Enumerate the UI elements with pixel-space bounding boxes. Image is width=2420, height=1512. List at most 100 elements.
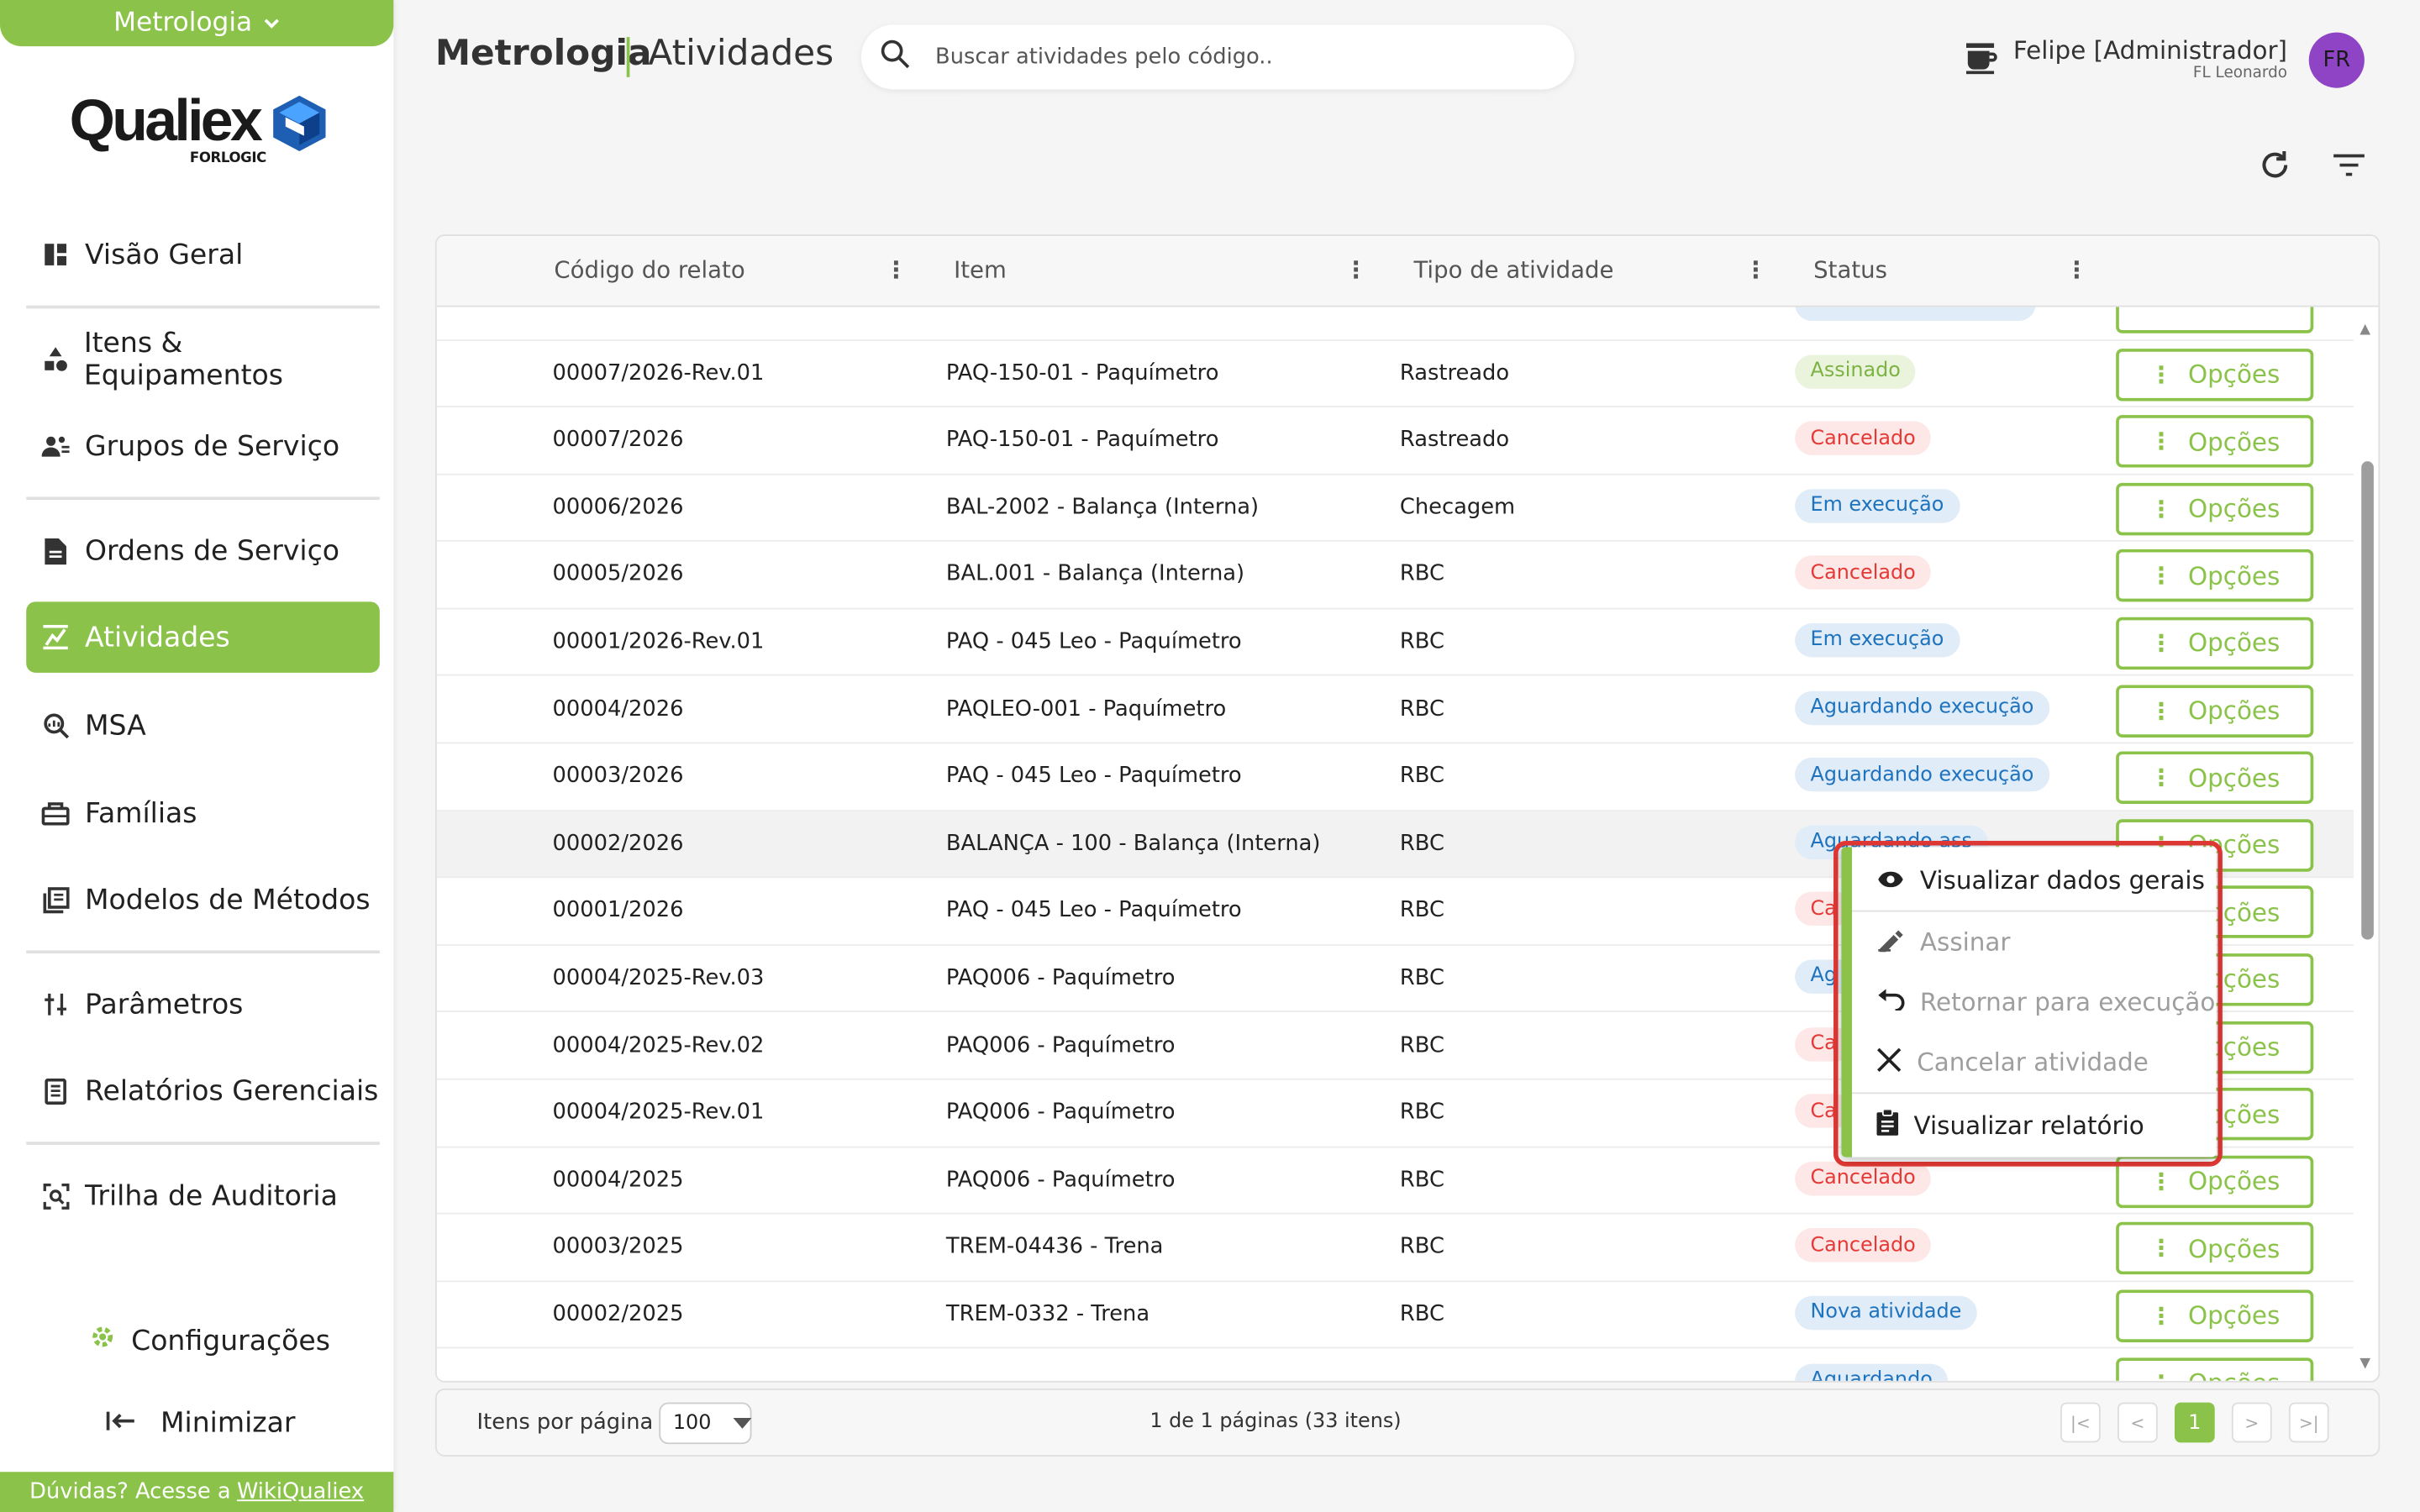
- more-vertical-icon: ⋮: [2149, 427, 2173, 456]
- menu-item-assinar[interactable]: Assinar: [1852, 912, 2216, 973]
- options-button[interactable]: ⋮ Opções: [2116, 482, 2314, 535]
- menu-item-visualizar-dados-gerais[interactable]: Visualizar dados gerais: [1852, 850, 2216, 911]
- table-row[interactable]: 00006/2026 BAL-2002 - Balança (Interna) Ch…: [436, 475, 2354, 543]
- pagination-info: 1 de 1 páginas (33 itens): [1150, 1410, 1402, 1434]
- parameters-icon: [42, 990, 70, 1018]
- items-per-page-value: 100: [672, 1411, 712, 1436]
- more-vertical-icon: ⋮: [2149, 562, 2173, 591]
- table-row[interactable]: 00003/2025 TREM-04436 - Trena RBC Cancelado…: [436, 1215, 2354, 1283]
- cell-type: RBC: [1399, 696, 1444, 722]
- options-button[interactable]: ⋮ Opções: [2116, 684, 2314, 738]
- search-icon: [880, 39, 911, 76]
- column-header-codigo[interactable]: Código do relato: [554, 256, 744, 284]
- logo-wordmark: Qualiex: [69, 89, 263, 155]
- table-header: Código do relato ⋮ Item ⋮ Tipo de ativid…: [436, 236, 2379, 307]
- eye-icon: [1876, 865, 1904, 895]
- more-vertical-icon: ⋮: [2149, 629, 2173, 658]
- table-row[interactable]: 00001/2026-Rev.01 PAQ - 045 Leo - Paquíme…: [436, 609, 2354, 677]
- column-menu-icon[interactable]: ⋮: [884, 256, 908, 284]
- next-page-icon[interactable]: >: [2231, 1402, 2272, 1443]
- table-row[interactable]: 00004/2026 PAQLEO-001 - Paquímetro RBC Agua…: [436, 676, 2354, 744]
- column-header-item[interactable]: Item: [954, 256, 1007, 284]
- sidebar-item-modelos-metodos[interactable]: Modelos de Métodos: [26, 864, 380, 935]
- column-header-status[interactable]: Status: [1813, 256, 1887, 284]
- scrollbar-thumb[interactable]: [2361, 461, 2374, 940]
- collapse-left-icon: [105, 1407, 136, 1440]
- column-menu-icon[interactable]: ⋮: [1744, 256, 1768, 284]
- menu-item-label: Cancelar atividade: [1917, 1047, 2149, 1078]
- options-button[interactable]: [2116, 307, 2314, 333]
- column-header-tipo[interactable]: Tipo de atividade: [1413, 256, 1613, 284]
- options-button[interactable]: ⋮ Opções: [2116, 1222, 2314, 1275]
- cell-item: PAQ006 - Paquímetro: [945, 1100, 1176, 1126]
- sidebar-item-ordens-servico[interactable]: Ordens de Serviço: [26, 515, 380, 585]
- sidebar-item-familias[interactable]: Famílias: [26, 778, 380, 848]
- scroll-down-icon[interactable]: ▼: [2360, 1356, 2370, 1371]
- user-name[interactable]: Felipe [Administrador]: [2013, 35, 2287, 65]
- status-badge: Cancelado: [1795, 1228, 1932, 1263]
- cell-code: 00003/2026: [552, 764, 684, 789]
- prev-page-icon[interactable]: <: [2118, 1402, 2158, 1443]
- menu-item-label: Assinar: [1919, 927, 2011, 957]
- cell-code: 00003/2025: [552, 1234, 684, 1260]
- options-context-menu: Visualizar dados gerais Assinar Retornar…: [1841, 847, 2217, 1158]
- table-scrollbar[interactable]: ▲ ▼: [2357, 319, 2379, 1374]
- wiki-link[interactable]: WikiQualiex: [237, 1479, 364, 1504]
- more-vertical-icon: ⋮: [2149, 1167, 2173, 1195]
- table-row[interactable]: 00003/2026 PAQ - 045 Leo - Paquímetro RBC A…: [436, 743, 2354, 811]
- table-row[interactable]: 00002/2025 TREM-0332 - Trena RBC Nova ativi…: [436, 1282, 2354, 1350]
- cell-item: TREM-0332 - Trena: [945, 1302, 1150, 1327]
- search-input[interactable]: [935, 45, 1523, 70]
- cell-item: TREM-04436 - Trena: [945, 1234, 1164, 1260]
- settings-link[interactable]: Configurações: [90, 1324, 330, 1357]
- column-menu-icon[interactable]: ⋮: [1344, 256, 1368, 284]
- audit-icon: [42, 1182, 70, 1210]
- sidebar-item-relatorios[interactable]: Relatórios Gerenciais: [26, 1055, 380, 1126]
- refresh-icon[interactable]: [2254, 145, 2295, 186]
- coffee-cup-icon[interactable]: [1963, 40, 2000, 83]
- minimize-sidebar-button[interactable]: Minimizar: [105, 1407, 295, 1440]
- cell-code: 00001/2026: [552, 898, 684, 923]
- sidebar-item-atividades[interactable]: Atividades: [26, 601, 380, 673]
- options-label: Opções: [2188, 427, 2281, 456]
- cell-item: PAQ006 - Paquímetro: [945, 1167, 1176, 1193]
- page-number-button[interactable]: 1: [2174, 1402, 2215, 1443]
- table-row[interactable]: 00005/2026 BAL.001 - Balança (Interna) RBC…: [436, 542, 2354, 610]
- sidebar-item-grupos-servico[interactable]: Grupos de Serviço: [26, 411, 380, 481]
- table-row[interactable]: Aguardando ⋮ Opções: [437, 1349, 2354, 1381]
- help-text: Dúvidas? Acesse a: [29, 1479, 231, 1504]
- first-page-icon[interactable]: |<: [2060, 1402, 2101, 1443]
- sidebar-item-itens-equipamentos[interactable]: Itens & Equipamentos: [26, 324, 380, 395]
- cell-code: 00004/2026: [552, 696, 684, 722]
- module-selector[interactable]: Metrologia: [0, 0, 394, 47]
- options-button[interactable]: ⋮ Opções: [2116, 549, 2314, 602]
- menu-item-retornar-execucao[interactable]: Retornar para execução: [1852, 972, 2216, 1032]
- table-row[interactable]: [436, 307, 2354, 341]
- table-row[interactable]: 00007/2026 PAQ-150-01 - Paquímetro Rastrea…: [436, 407, 2354, 475]
- options-button[interactable]: ⋮ Opções: [2116, 751, 2314, 805]
- user-company: FL Leonardo: [2192, 65, 2288, 82]
- options-button[interactable]: ⋮ Opções: [2116, 415, 2314, 468]
- options-button[interactable]: ⋮ Opções: [2116, 348, 2314, 401]
- cell-type: RBC: [1399, 965, 1444, 990]
- cell-type: RBC: [1399, 898, 1444, 923]
- sidebar-item-visao-geral[interactable]: Visão Geral: [26, 219, 380, 290]
- last-page-icon[interactable]: >|: [2288, 1402, 2329, 1443]
- search-bar[interactable]: [860, 24, 1575, 90]
- scroll-up-icon[interactable]: ▲: [2360, 323, 2370, 338]
- filter-icon[interactable]: [2329, 145, 2370, 186]
- items-per-page-select[interactable]: 100: [659, 1402, 752, 1445]
- options-button[interactable]: ⋮ Opções: [2116, 617, 2314, 669]
- options-button[interactable]: ⋮ Opções: [2116, 1357, 2314, 1381]
- menu-item-visualizar-relatorio[interactable]: Visualizar relatório: [1852, 1095, 2216, 1156]
- cell-item: PAQLEO-001 - Paquímetro: [945, 696, 1227, 722]
- sidebar-item-msa[interactable]: MSA: [26, 690, 380, 760]
- avatar[interactable]: FR: [2308, 32, 2365, 88]
- column-menu-icon[interactable]: ⋮: [2065, 256, 2089, 284]
- sidebar-item-trilha-auditoria[interactable]: Trilha de Auditoria: [26, 1160, 380, 1231]
- menu-item-cancelar-atividade[interactable]: Cancelar atividade: [1852, 1032, 2216, 1093]
- options-button[interactable]: ⋮ Opções: [2116, 1289, 2314, 1342]
- sidebar-item-parametros[interactable]: Parâmetros: [26, 969, 380, 1039]
- options-label: Opções: [2188, 1368, 2280, 1381]
- table-row[interactable]: 00007/2026-Rev.01 PAQ-150-01 - Paquímetro…: [436, 340, 2354, 408]
